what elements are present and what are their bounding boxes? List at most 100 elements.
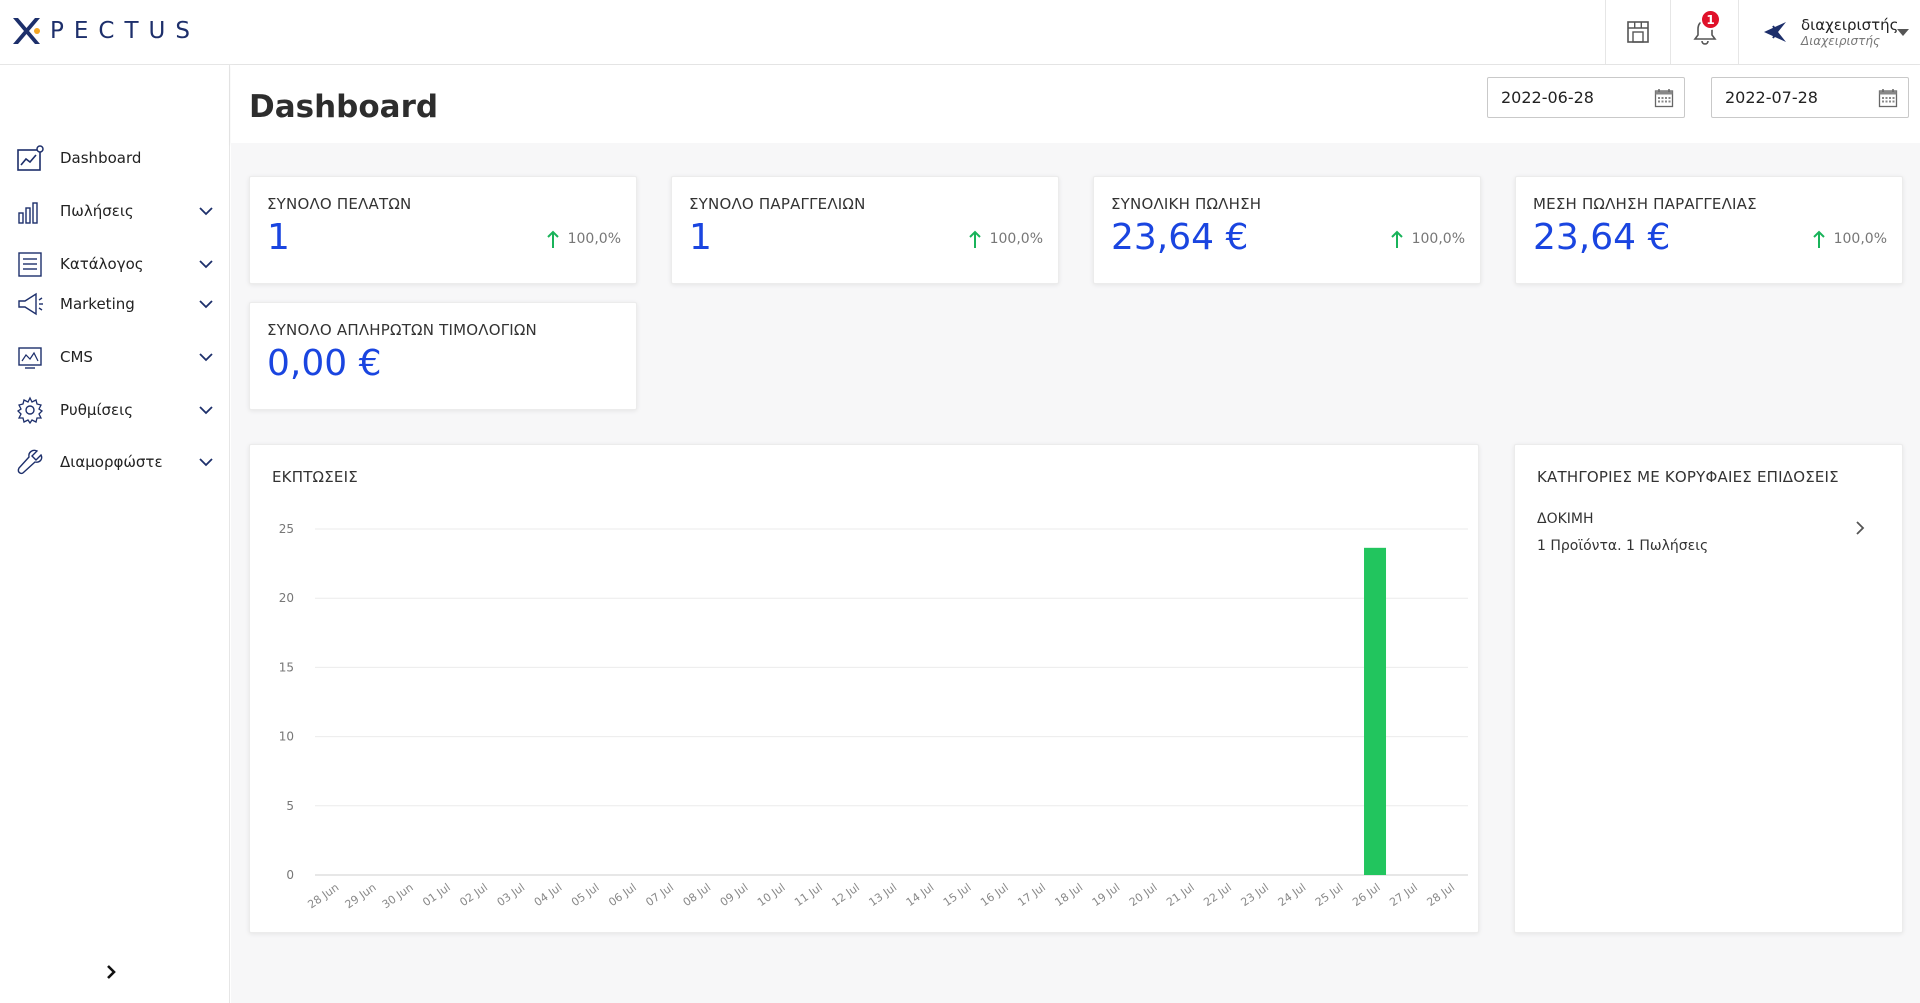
stat-value: 0,00 € xyxy=(267,343,382,384)
category-name[interactable]: ΔΟΚΙΜΗ xyxy=(1537,511,1594,527)
bar-chart-icon xyxy=(16,197,44,225)
stat-change: 100,0% xyxy=(1390,229,1465,249)
sidebar-item-sales[interactable]: Πωλήσεις xyxy=(0,191,229,231)
chevron-down-icon xyxy=(199,207,213,216)
sidebar-expand-button[interactable] xyxy=(100,961,122,983)
chevron-down-icon xyxy=(199,458,213,467)
chevron-down-icon xyxy=(199,353,213,362)
sidebar-item-dashboard[interactable]: Dashboard xyxy=(0,138,229,178)
y-tick-label: 25 xyxy=(279,522,294,536)
x-tick-label: 05 Jul xyxy=(569,881,602,909)
stat-card-orders: ΣΥΝΟΛΟ ΠΑΡΑΓΓΕΛΙΩΝ 1 100,0% xyxy=(671,176,1059,284)
wrench-icon xyxy=(16,448,44,476)
pectus-logo[interactable]: PECTUS xyxy=(10,11,200,51)
calendar-icon[interactable] xyxy=(1654,88,1674,108)
stat-title: ΣΥΝΟΛΟ ΑΠΛΗΡΩΤΩΝ ΤΙΜΟΛΟΓΙΩΝ xyxy=(267,321,537,339)
y-tick-label: 15 xyxy=(279,660,294,674)
sidebar-item-configure[interactable]: Διαμορφώστε xyxy=(0,442,229,482)
x-tick-label: 12 Jul xyxy=(829,881,862,909)
date-to-input[interactable]: 2022-07-28 xyxy=(1711,77,1909,118)
notification-count-badge: 1 xyxy=(1700,9,1721,30)
stat-title: ΣΥΝΟΛΟ ΠΕΛΑΤΩΝ xyxy=(267,195,412,213)
sidebar-item-cms[interactable]: CMS xyxy=(0,337,229,377)
stat-change-value: 100,0% xyxy=(1833,231,1887,247)
x-tick-label: 16 Jul xyxy=(978,881,1011,909)
x-tick-label: 25 Jul xyxy=(1313,881,1346,909)
chevron-down-icon xyxy=(199,406,213,415)
megaphone-icon xyxy=(16,290,44,318)
bar[interactable] xyxy=(1364,547,1387,875)
x-tick-label: 11 Jul xyxy=(792,881,825,909)
sidebar-item-label: CMS xyxy=(60,348,93,366)
user-role: Διαχειριστής xyxy=(1801,33,1880,48)
top-categories-title: ΚΑΤΗΓΟΡΙΕΣ ΜΕ ΚΟΡΥΦΑΙΕΣ ΕΠΙΔΟΣΕΙΣ xyxy=(1537,468,1839,486)
y-tick-label: 10 xyxy=(279,730,294,744)
x-tick-label: 10 Jul xyxy=(755,881,788,909)
stat-card-avg-order: ΜΕΣΗ ΠΩΛΗΣΗ ΠΑΡΑΓΓΕΛΙΑΣ 23,64 € 100,0% xyxy=(1515,176,1903,284)
y-tick-label: 20 xyxy=(279,591,294,605)
y-tick-label: 0 xyxy=(286,868,294,882)
x-tick-label: 09 Jul xyxy=(718,881,751,909)
sidebar-item-label: Διαμορφώστε xyxy=(60,453,163,471)
stat-change: 100,0% xyxy=(1812,229,1887,249)
arrow-up-icon xyxy=(968,230,981,248)
x-tick-label: 07 Jul xyxy=(643,881,676,909)
caret-down-icon xyxy=(1897,29,1909,36)
x-tick-label: 28 Jun xyxy=(305,881,341,912)
calendar-icon[interactable] xyxy=(1878,88,1898,108)
sidebar-item-marketing[interactable]: Marketing xyxy=(0,284,229,324)
x-tick-label: 29 Jun xyxy=(343,881,379,912)
chevron-down-icon xyxy=(199,300,213,309)
chevron-right-icon[interactable] xyxy=(1853,519,1867,537)
category-summary: 1 Προϊόντα. 1 Πωλήσεις xyxy=(1537,538,1709,554)
stat-value: 1 xyxy=(267,217,290,258)
discounts-chart-panel: ΕΚΠΤΩΣΕΙΣ 0 5 10 15 20 25 28 Jun 29 Jun 30 Jun 01… xyxy=(249,444,1479,933)
date-to-value: 2022-07-28 xyxy=(1725,88,1818,107)
sidebar-item-label: Marketing xyxy=(60,295,135,313)
stat-value: 1 xyxy=(689,217,712,258)
user-menu[interactable]: διαχειριστής Διαχειριστής xyxy=(1738,0,1920,64)
x-tick-label: 21 Jul xyxy=(1164,881,1197,909)
stat-change: 100,0% xyxy=(968,229,1043,249)
catalog-list-icon xyxy=(16,250,44,278)
chevron-right-icon xyxy=(107,965,116,979)
stat-change-value: 100,0% xyxy=(1411,231,1465,247)
gear-icon xyxy=(16,396,44,424)
user-name: διαχειριστής xyxy=(1801,15,1899,34)
x-tick-label: 15 Jul xyxy=(941,881,974,909)
sidebar-item-label: Πωλήσεις xyxy=(60,202,134,220)
stat-value: 23,64 € xyxy=(1533,217,1671,258)
page-heading-bar: Dashboard 2022-06-28 2022-07-28 xyxy=(231,65,1920,143)
user-info: διαχειριστής Διαχειριστής xyxy=(1801,16,1898,48)
x-tick-label: 23 Jul xyxy=(1238,881,1271,909)
sidebar-item-label: Ρυθμίσεις xyxy=(60,401,134,419)
pectus-logo-mark-icon xyxy=(10,15,42,47)
x-tick-label: 28 Jul xyxy=(1424,881,1457,909)
x-tick-label: 02 Jul xyxy=(457,881,490,909)
x-tick-label: 01 Jul xyxy=(420,881,453,909)
stat-change: 100,0% xyxy=(546,229,621,249)
stat-title: ΣΥΝΟΛΟ ΠΑΡΑΓΓΕΛΙΩΝ xyxy=(689,195,866,213)
discounts-bar-chart: 0 5 10 15 20 25 28 Jun 29 Jun 30 Jun 01 Jul 02 Jul… xyxy=(279,522,1468,912)
date-from-value: 2022-06-28 xyxy=(1501,88,1594,107)
x-tick-label: 08 Jul xyxy=(681,881,714,909)
stat-value: 23,64 € xyxy=(1111,217,1249,258)
stat-title: ΜΕΣΗ ΠΩΛΗΣΗ ΠΑΡΑΓΓΕΛΙΑΣ xyxy=(1533,195,1757,213)
storefront-button[interactable] xyxy=(1605,0,1670,64)
sidebar: Dashboard Πωλήσεις Κατάλογος Marketing C… xyxy=(0,65,230,1003)
top-categories-panel: ΚΑΤΗΓΟΡΙΕΣ ΜΕ ΚΟΡΥΦΑΙΕΣ ΕΠΙΔΟΣΕΙΣ ΔΟΚΙΜΗ… xyxy=(1514,444,1903,933)
sidebar-item-label: Dashboard xyxy=(60,149,142,167)
stat-card-total-sales: ΣΥΝΟΛΙΚΗ ΠΩΛΗΣΗ 23,64 € 100,0% xyxy=(1093,176,1481,284)
x-tick-label: 13 Jul xyxy=(867,881,900,909)
x-tick-label: 30 Jun xyxy=(380,881,416,912)
dashboard-chart-icon xyxy=(16,144,44,172)
stat-card-customers: ΣΥΝΟΛΟ ΠΕΛΑΤΩΝ 1 100,0% xyxy=(249,176,637,284)
sidebar-item-settings[interactable]: Ρυθμίσεις xyxy=(0,390,229,430)
user-avatar-icon xyxy=(1764,22,1786,42)
stat-title: ΣΥΝΟΛΙΚΗ ΠΩΛΗΣΗ xyxy=(1111,195,1262,213)
x-tick-label: 17 Jul xyxy=(1015,881,1048,909)
x-tick-label: 06 Jul xyxy=(606,881,639,909)
x-tick-label: 19 Jul xyxy=(1090,881,1123,909)
date-from-input[interactable]: 2022-06-28 xyxy=(1487,77,1685,118)
sidebar-item-catalog[interactable]: Κατάλογος xyxy=(0,244,229,284)
